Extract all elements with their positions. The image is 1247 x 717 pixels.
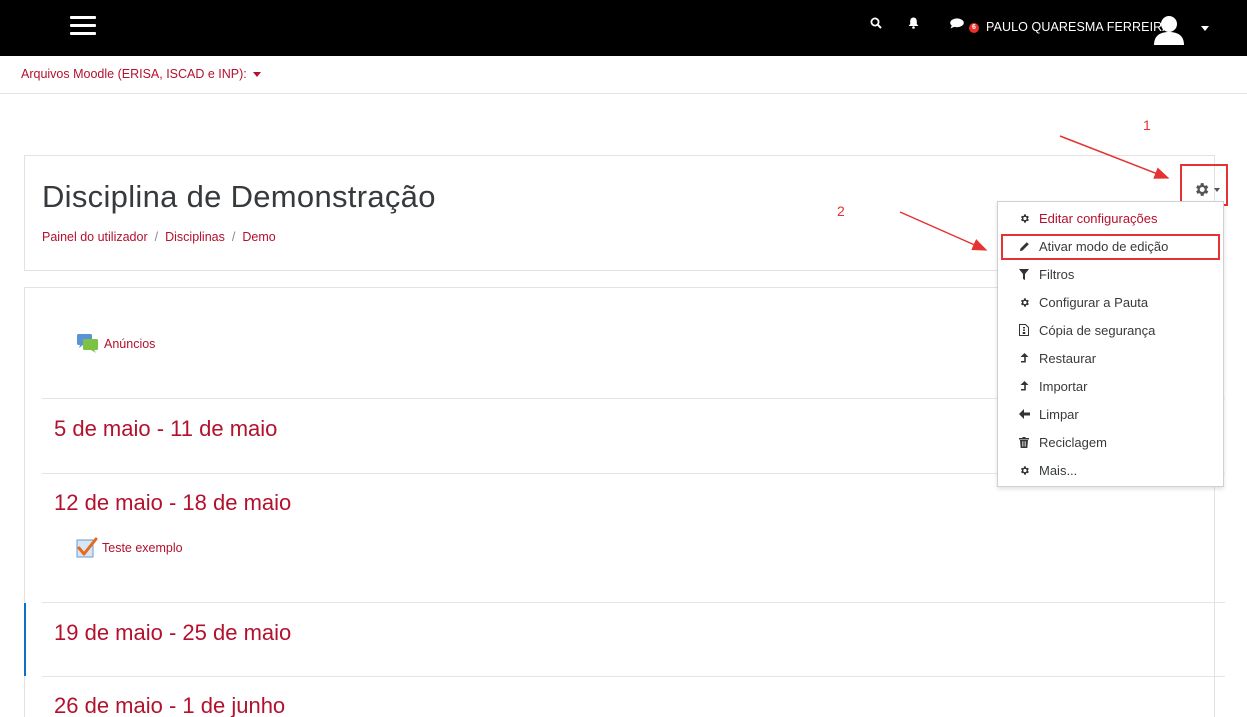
breadcrumb-course[interactable]: Demo — [242, 230, 275, 244]
current-section-marker — [24, 603, 26, 676]
forum-activity[interactable]: Anúncios — [76, 333, 155, 355]
menu-item-more[interactable]: Mais... — [1018, 459, 1077, 481]
menu-item-restore[interactable]: Restaurar — [1018, 347, 1096, 369]
menu-item-label: Mais... — [1039, 462, 1078, 478]
avatar[interactable] — [1152, 13, 1186, 47]
user-menu-name[interactable]: PAULO QUARESMA FERREIRA — [986, 20, 1171, 34]
top-navbar: 6 PAULO QUARESMA FERREIRA — [0, 0, 1247, 56]
menu-item-gradebook-setup[interactable]: Configurar a Pauta — [1018, 291, 1148, 313]
gear-icon — [1195, 182, 1208, 196]
menu-item-edit-settings[interactable]: Editar configurações — [1018, 207, 1158, 229]
file-archive-icon — [1018, 324, 1030, 336]
forum-activity-label: Anúncios — [104, 337, 156, 351]
search-icon[interactable] — [870, 17, 882, 29]
annotation-number-2: 2 — [837, 203, 845, 219]
forum-icon — [77, 334, 98, 353]
user-menu-caret-icon[interactable] — [1201, 26, 1209, 31]
arrow-left-icon — [1018, 408, 1030, 420]
breadcrumb-courses[interactable]: Disciplinas — [165, 230, 225, 244]
quiz-activity[interactable]: Teste exemplo — [76, 537, 183, 559]
annotation-number-1: 1 — [1143, 117, 1151, 133]
messages-icon[interactable] — [950, 18, 965, 29]
menu-item-import[interactable]: Importar — [1018, 375, 1087, 397]
course-actions-button[interactable] — [1186, 175, 1226, 203]
section-title[interactable]: 26 de maio - 1 de junho — [54, 693, 285, 717]
menu-item-label: Restaurar — [1039, 350, 1097, 366]
section-title[interactable]: 5 de maio - 11 de maio — [54, 416, 277, 442]
menu-item-label: Editar configurações — [1039, 210, 1158, 226]
quiz-activity-label: Teste exemplo — [102, 541, 183, 555]
caret-down-icon — [252, 72, 261, 78]
annotation-highlight-2 — [1001, 234, 1220, 260]
gear-icon — [1018, 296, 1030, 308]
trash-icon — [1018, 436, 1030, 448]
menu-item-filters[interactable]: Filtros — [1018, 263, 1074, 285]
gear-icon — [1018, 464, 1030, 476]
site-selector-label: Arquivos Moodle (ERISA, ISCAD e INP): — [21, 67, 247, 81]
menu-item-label: Cópia de segurança — [1039, 322, 1156, 338]
section-divider — [42, 602, 1225, 603]
menu-item-label: Filtros — [1039, 266, 1075, 282]
menu-item-label: Reciclagem — [1039, 434, 1107, 450]
menu-item-label: Configurar a Pauta — [1039, 294, 1149, 310]
site-selector[interactable]: Arquivos Moodle (ERISA, ISCAD e INP): — [21, 67, 261, 81]
breadcrumb-dashboard[interactable]: Painel do utilizador — [42, 230, 148, 244]
bell-icon[interactable] — [908, 17, 919, 29]
menu-item-reset[interactable]: Limpar — [1018, 403, 1079, 425]
level-up-icon — [1018, 352, 1030, 364]
message-count-badge: 6 — [969, 23, 979, 33]
level-up-icon — [1018, 380, 1030, 392]
section-title[interactable]: 12 de maio - 18 de maio — [54, 490, 291, 516]
quiz-icon — [76, 537, 98, 558]
menu-item-recycle-bin[interactable]: Reciclagem — [1018, 431, 1107, 453]
menu-item-label: Limpar — [1039, 406, 1079, 422]
menu-toggle-icon[interactable] — [70, 16, 96, 36]
section-title[interactable]: 19 de maio - 25 de maio — [54, 620, 291, 646]
breadcrumb: Painel do utilizador / Disciplinas / Demo — [42, 230, 276, 244]
filter-icon — [1018, 268, 1030, 280]
menu-item-backup[interactable]: Cópia de segurança — [1018, 319, 1155, 341]
page-title: Disciplina de Demonstração — [42, 179, 436, 214]
caret-down-icon — [1213, 188, 1220, 192]
gear-icon — [1018, 212, 1030, 224]
section-divider — [42, 676, 1225, 677]
menu-item-label: Importar — [1039, 378, 1088, 394]
